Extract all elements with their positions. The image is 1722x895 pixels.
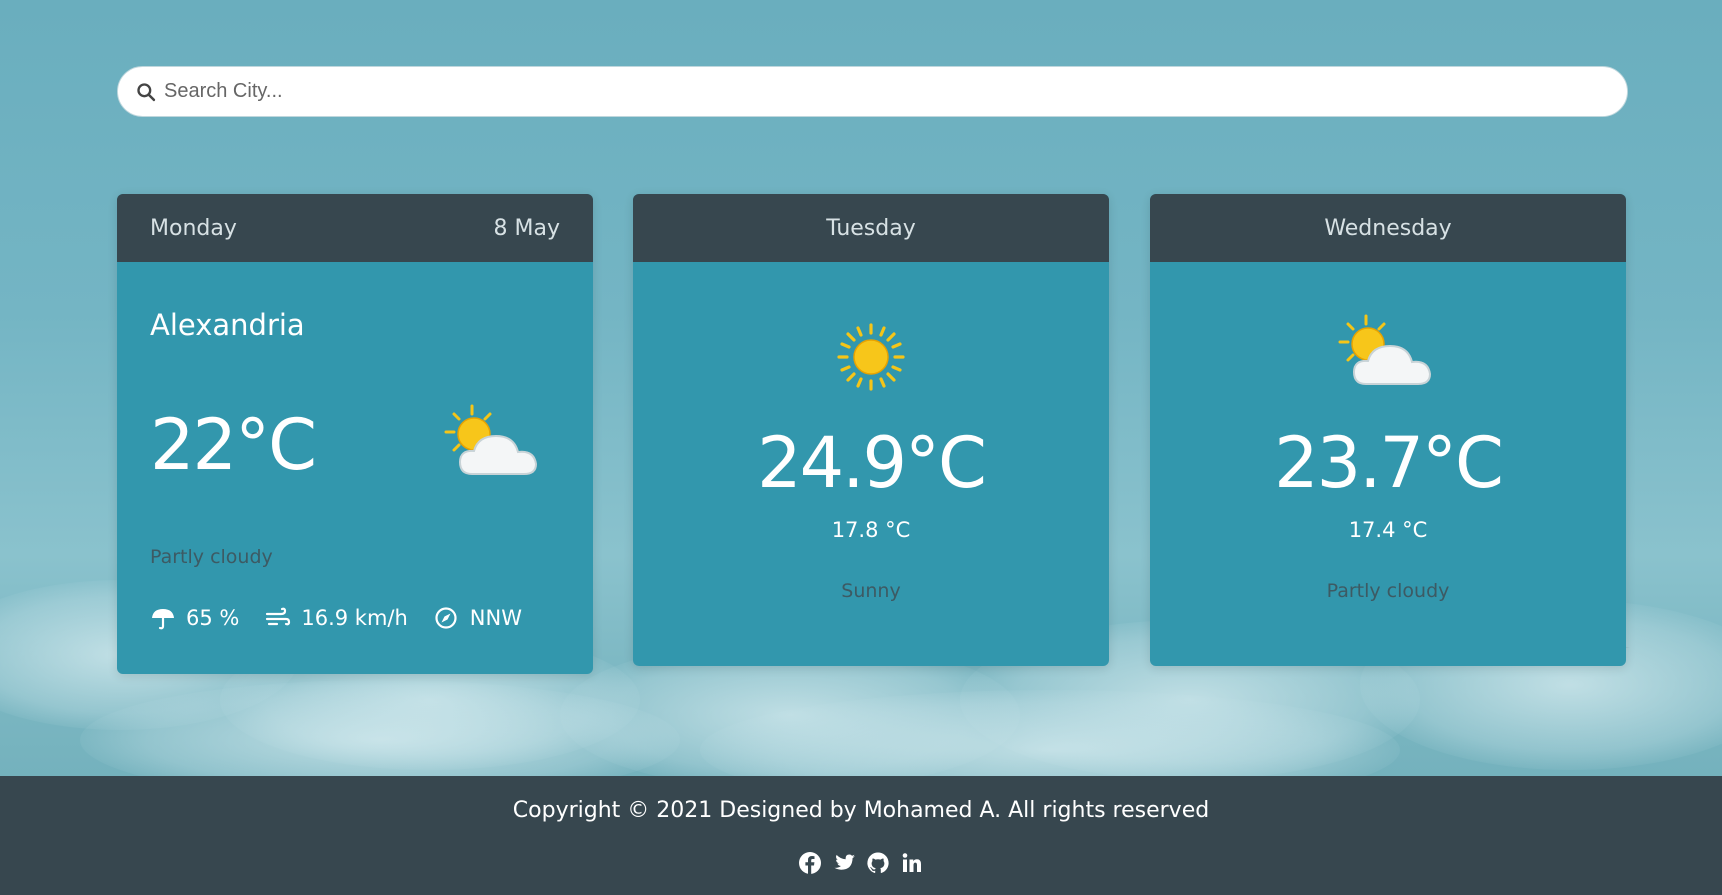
facebook-link[interactable]	[798, 851, 822, 875]
umbrella-icon	[152, 609, 174, 630]
facebook-icon	[799, 852, 821, 874]
partly-cloudy-icon	[444, 404, 538, 475]
github-icon	[867, 852, 889, 874]
today-date: 8 May	[493, 215, 560, 241]
today-temperature: 22°C	[150, 404, 317, 486]
linkedin-icon	[902, 853, 921, 872]
today-weather-card: Monday 8 May Alexandria 22°C Partly clou…	[117, 194, 593, 674]
linkedin-link[interactable]	[900, 851, 924, 875]
wind-direction-stat: NNW	[434, 606, 522, 630]
search-icon	[137, 82, 156, 101]
copyright-text: Copyright © 2021 Designed by Mohamed A. …	[512, 798, 1210, 823]
partly-cloudy-icon	[1338, 314, 1432, 385]
twitter-icon	[834, 854, 855, 870]
wind-speed-stat: 16.9 km/h	[265, 606, 408, 630]
wind-speed-value: 16.9 km/h	[301, 606, 408, 630]
today-condition: Partly cloudy	[150, 546, 273, 568]
footer: Copyright © 2021 Designed by Mohamed A. …	[0, 776, 1722, 895]
twitter-link[interactable]	[832, 851, 856, 875]
compass-icon	[435, 607, 457, 629]
today-stats: 65 % 16.9 km/h NNW	[150, 606, 548, 630]
humidity-stat: 65 %	[150, 606, 239, 630]
forecast-day: Wednesday	[1324, 215, 1452, 241]
wind-icon	[266, 607, 291, 626]
forecast-card: Tuesday 24.9°C 17.8 °C Sunny	[633, 194, 1109, 666]
forecast-condition: Sunny	[841, 580, 901, 602]
forecast-max-temp: 23.7°C	[1274, 422, 1504, 504]
humidity-value: 65 %	[186, 606, 240, 630]
forecast-condition: Partly cloudy	[1326, 580, 1450, 602]
search-bar[interactable]	[117, 66, 1628, 117]
wind-direction-value: NNW	[469, 606, 522, 630]
city-name: Alexandria	[150, 308, 305, 342]
forecast-card: Wednesday 23.7°C 17.4 °C Partly cloudy	[1150, 194, 1626, 666]
forecast-card-header: Tuesday	[633, 194, 1109, 262]
forecast-card-header: Wednesday	[1150, 194, 1626, 262]
forecast-min-temp: 17.4 °C	[1348, 518, 1428, 542]
today-card-header: Monday 8 May	[117, 194, 593, 262]
forecast-day: Tuesday	[826, 215, 916, 241]
today-day: Monday	[150, 215, 237, 241]
forecast-min-temp: 17.8 °C	[831, 518, 911, 542]
github-link[interactable]	[866, 851, 890, 875]
social-links	[0, 851, 1722, 875]
search-input[interactable]	[164, 71, 1604, 112]
sunny-icon	[837, 323, 905, 391]
forecast-max-temp: 24.9°C	[757, 422, 987, 504]
